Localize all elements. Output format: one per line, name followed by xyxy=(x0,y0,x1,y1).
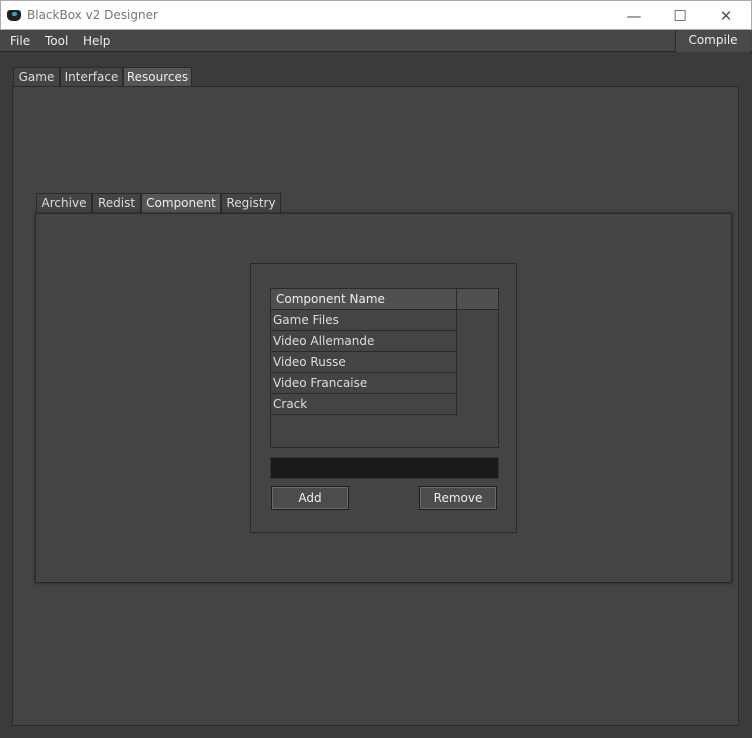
minimize-button[interactable]: — xyxy=(611,1,657,31)
add-button[interactable]: Add xyxy=(271,486,349,510)
menu-bar: File Tool Help Compile xyxy=(0,30,752,52)
maximize-button[interactable]: ☐ xyxy=(657,1,703,31)
tab-interface[interactable]: Interface xyxy=(60,67,123,87)
tab-component[interactable]: Component xyxy=(141,193,221,213)
tab-archive[interactable]: Archive xyxy=(36,193,92,213)
tab-resources[interactable]: Resources xyxy=(123,67,192,87)
table-row[interactable]: Video Allemande xyxy=(271,331,457,352)
app-icon xyxy=(7,10,21,21)
component-name-input[interactable] xyxy=(270,457,499,479)
table-row[interactable]: Crack xyxy=(271,394,457,415)
remove-button[interactable]: Remove xyxy=(419,486,497,510)
compile-button[interactable]: Compile xyxy=(675,30,750,52)
table-header: Component Name xyxy=(271,289,498,310)
close-button[interactable]: ✕ xyxy=(703,1,749,31)
table-row[interactable]: Video Russe xyxy=(271,352,457,373)
tab-game[interactable]: Game xyxy=(13,67,60,87)
table-row[interactable]: Game Files xyxy=(271,310,457,331)
menu-tool[interactable]: Tool xyxy=(45,34,68,48)
column-header-component-name[interactable]: Component Name xyxy=(276,292,385,306)
component-table[interactable]: Component Name Game Files Video Allemand… xyxy=(270,288,499,448)
column-divider xyxy=(456,289,457,310)
window-title: BlackBox v2 Designer xyxy=(27,8,158,22)
menu-help[interactable]: Help xyxy=(83,34,110,48)
tab-registry[interactable]: Registry xyxy=(221,193,281,213)
title-bar: BlackBox v2 Designer — ☐ ✕ xyxy=(0,0,752,30)
tab-redist[interactable]: Redist xyxy=(92,193,141,213)
table-row[interactable]: Video Francaise xyxy=(271,373,457,394)
menu-file[interactable]: File xyxy=(10,34,30,48)
